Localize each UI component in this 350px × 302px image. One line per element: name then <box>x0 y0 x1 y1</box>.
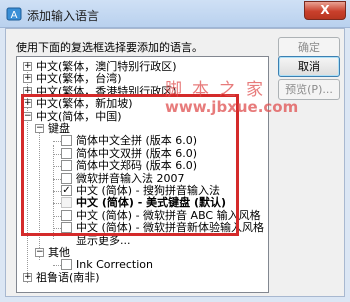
tree-connector <box>53 166 61 168</box>
expand-icon[interactable]: + <box>23 86 32 96</box>
checkbox[interactable] <box>61 160 72 172</box>
language-tree[interactable]: + 中文(繁体，澳门特别行政区) + 中文(繁体，台湾) + 中文(繁体，香港特别行政区)… <box>16 56 269 293</box>
tree-node[interactable]: + 祖鲁语(南非) <box>17 271 268 285</box>
tree-connector <box>53 141 61 143</box>
expand-icon[interactable]: + <box>23 62 32 71</box>
language-app-icon: A <box>6 7 22 21</box>
tree-connector <box>53 153 61 155</box>
checkbox[interactable] <box>61 222 72 234</box>
checkbox[interactable] <box>61 135 72 147</box>
close-button[interactable]: X <box>304 1 346 20</box>
tree-connector <box>53 178 61 180</box>
ok-button[interactable]: 确定 <box>278 37 340 58</box>
dialog-body: 使用下面的复选框选择要添加的语言。 + 中文(繁体，澳门特别行政区) + 中文(繁体，… <box>5 28 345 297</box>
checkbox[interactable] <box>61 259 72 271</box>
expand-icon[interactable]: + <box>23 99 32 109</box>
tree-connector <box>53 203 61 205</box>
svg-text:A: A <box>11 10 18 21</box>
checkbox[interactable] <box>61 172 72 184</box>
expand-icon[interactable]: + <box>23 272 32 282</box>
tree-connector <box>53 265 61 267</box>
tree-label: 祖鲁语(南非) <box>36 270 100 284</box>
checked-checkbox[interactable]: ✓ <box>61 185 72 196</box>
window-title: 添加输入语言 <box>27 9 100 23</box>
checkbox <box>61 197 72 209</box>
title-bar: A 添加输入语言 X <box>0 0 350 28</box>
collapse-icon[interactable]: − <box>35 124 44 133</box>
checkbox[interactable] <box>61 209 72 221</box>
tree-connector <box>53 191 61 192</box>
tree-connector <box>53 228 61 230</box>
collapse-icon[interactable]: − <box>35 248 44 257</box>
tree-connector <box>53 215 61 217</box>
cancel-button[interactable]: 取消 <box>278 56 340 77</box>
instruction-text: 使用下面的复选框选择要添加的语言。 <box>16 41 203 54</box>
expand-icon[interactable]: + <box>23 74 32 84</box>
checkbox[interactable] <box>61 147 72 159</box>
collapse-icon[interactable]: − <box>23 111 32 121</box>
preview-button[interactable]: 预览(P)... <box>278 79 340 100</box>
